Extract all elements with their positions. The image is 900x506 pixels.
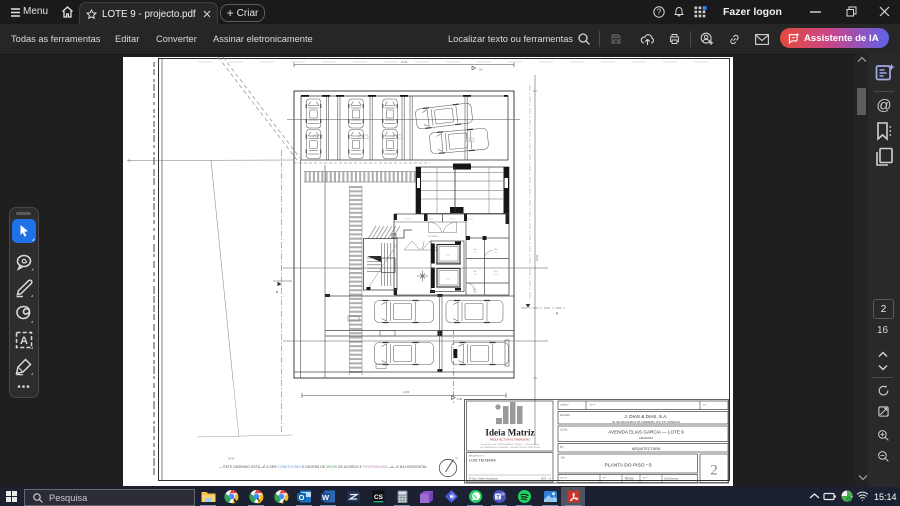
svg-text:Escª: Escª <box>643 477 647 480</box>
svg-text:NOTA: NOTA <box>228 458 235 461</box>
svg-text:0.8: 0.8 <box>447 279 451 281</box>
svg-text:— ESTE DESENHO ESTÁ—É A SER CO: — ESTE DESENHO ESTÁ—É A SER CONSTITUÍDO … <box>219 464 427 469</box>
svg-text:0.8: 0.8 <box>447 255 451 257</box>
svg-text:Rua da Torre, 845, TORRES/GADE: Rua da Torre, 845, TORRES/GADELO LOTE 4/… <box>481 443 539 446</box>
svg-text:?: ? <box>657 8 662 17</box>
svg-text:LOCAL:: LOCAL: <box>560 429 569 432</box>
svg-text:4.3: 4.3 <box>495 252 499 254</box>
svg-text:4.3: 4.3 <box>474 274 478 276</box>
svg-text:LUIS TEIXEIRA: LUIS TEIXEIRA <box>469 459 496 463</box>
svg-text:A: A <box>556 312 559 316</box>
svg-text:4Fs: 4Fs <box>703 405 708 407</box>
svg-text:0.00: 0.00 <box>457 397 463 401</box>
svg-text:4.3: 4.3 <box>474 292 478 294</box>
svg-text:W: W <box>321 493 329 502</box>
svg-text:OBRA Nº: OBRA Nº <box>560 404 569 407</box>
svg-text:4.3: 4.3 <box>495 274 499 276</box>
svg-text:O: O <box>298 493 304 502</box>
svg-text:AMADORA: AMADORA <box>639 436 653 440</box>
svg-text:AV. DE FRANCISCO SÁ CARNEIRO,: AV. DE FRANCISCO SÁ CARNEIRO, Nº5, 3º5, … <box>612 420 680 424</box>
svg-text:1.0 2.1: 1.0 2.1 <box>427 219 434 221</box>
svg-text:1.0 2.1: 1.0 2.1 <box>449 219 456 221</box>
svg-text:FEV/20: FEV/20 <box>625 478 634 481</box>
svg-text:1.0 2.1: 1.0 2.1 <box>467 219 474 221</box>
svg-text:Telf: 214600345 Fax: 214600346: Telf: 214600345 Fax: 214600346 — PROJECT… <box>480 446 541 449</box>
svg-text:4.3: 4.3 <box>474 252 478 254</box>
svg-text:Bst: Bst <box>473 288 477 291</box>
svg-text:Bst: Bst <box>473 270 477 273</box>
svg-text:(0): (0) <box>479 68 482 72</box>
svg-text:AVENIDA ELIAS GARCIA — LOTE 9: AVENIDA ELIAS GARCIA — LOTE 9 <box>608 430 684 435</box>
svg-text:Ideia Matriz: Ideia Matriz <box>485 428 534 438</box>
svg-text:A: A <box>276 290 279 294</box>
svg-text:1.0 2.1: 1.0 2.1 <box>405 219 412 221</box>
svg-text:ARQUITECTURA E URBANISMO: ARQUITECTURA E URBANISMO <box>490 438 531 442</box>
svg-text:14.00: 14.00 <box>403 390 410 394</box>
svg-text:14.00: 14.00 <box>535 254 539 261</box>
svg-text:ARQUITECTO:: ARQUITECTO: <box>469 455 484 458</box>
svg-text:1/50 Desenho: 1/50 Desenho <box>664 479 679 481</box>
svg-text:Bst: Bst <box>494 270 498 273</box>
svg-text:Dsª: Dsª <box>561 456 565 460</box>
svg-text:4Fº: 4Fº <box>603 477 606 480</box>
svg-text:E-DONO:: E-DONO: <box>560 414 571 417</box>
svg-text:ACCESSO: ACCESSO <box>428 235 438 238</box>
svg-text:1975 — 5: 1975 — 5 <box>541 478 552 481</box>
svg-text:CS: CS <box>373 494 383 501</box>
svg-text:Data Fº: Data Fº <box>560 477 567 480</box>
svg-text:2: 2 <box>710 463 718 479</box>
svg-text:Prjº: Prjº <box>560 445 564 449</box>
svg-text:14.40: 14.40 <box>401 60 408 64</box>
svg-text:Nº Insc. Ordem Arquitectos: Nº Insc. Ordem Arquitectos <box>469 477 499 481</box>
svg-text:Bst: Bst <box>494 248 498 251</box>
svg-text:ARQUITECTURA: ARQUITECTURA <box>632 447 661 451</box>
svg-text:A: A <box>20 335 28 347</box>
svg-text:J. DIAS & DIAS, S.A.: J. DIAS & DIAS, S.A. <box>624 414 667 419</box>
svg-text:Bst: Bst <box>473 248 477 251</box>
svg-text:N: N <box>456 456 458 460</box>
svg-text:PLANTA DO PISO −3: PLANTA DO PISO −3 <box>604 463 651 469</box>
svg-text:Nº Fº: Nº Fº <box>590 404 595 407</box>
